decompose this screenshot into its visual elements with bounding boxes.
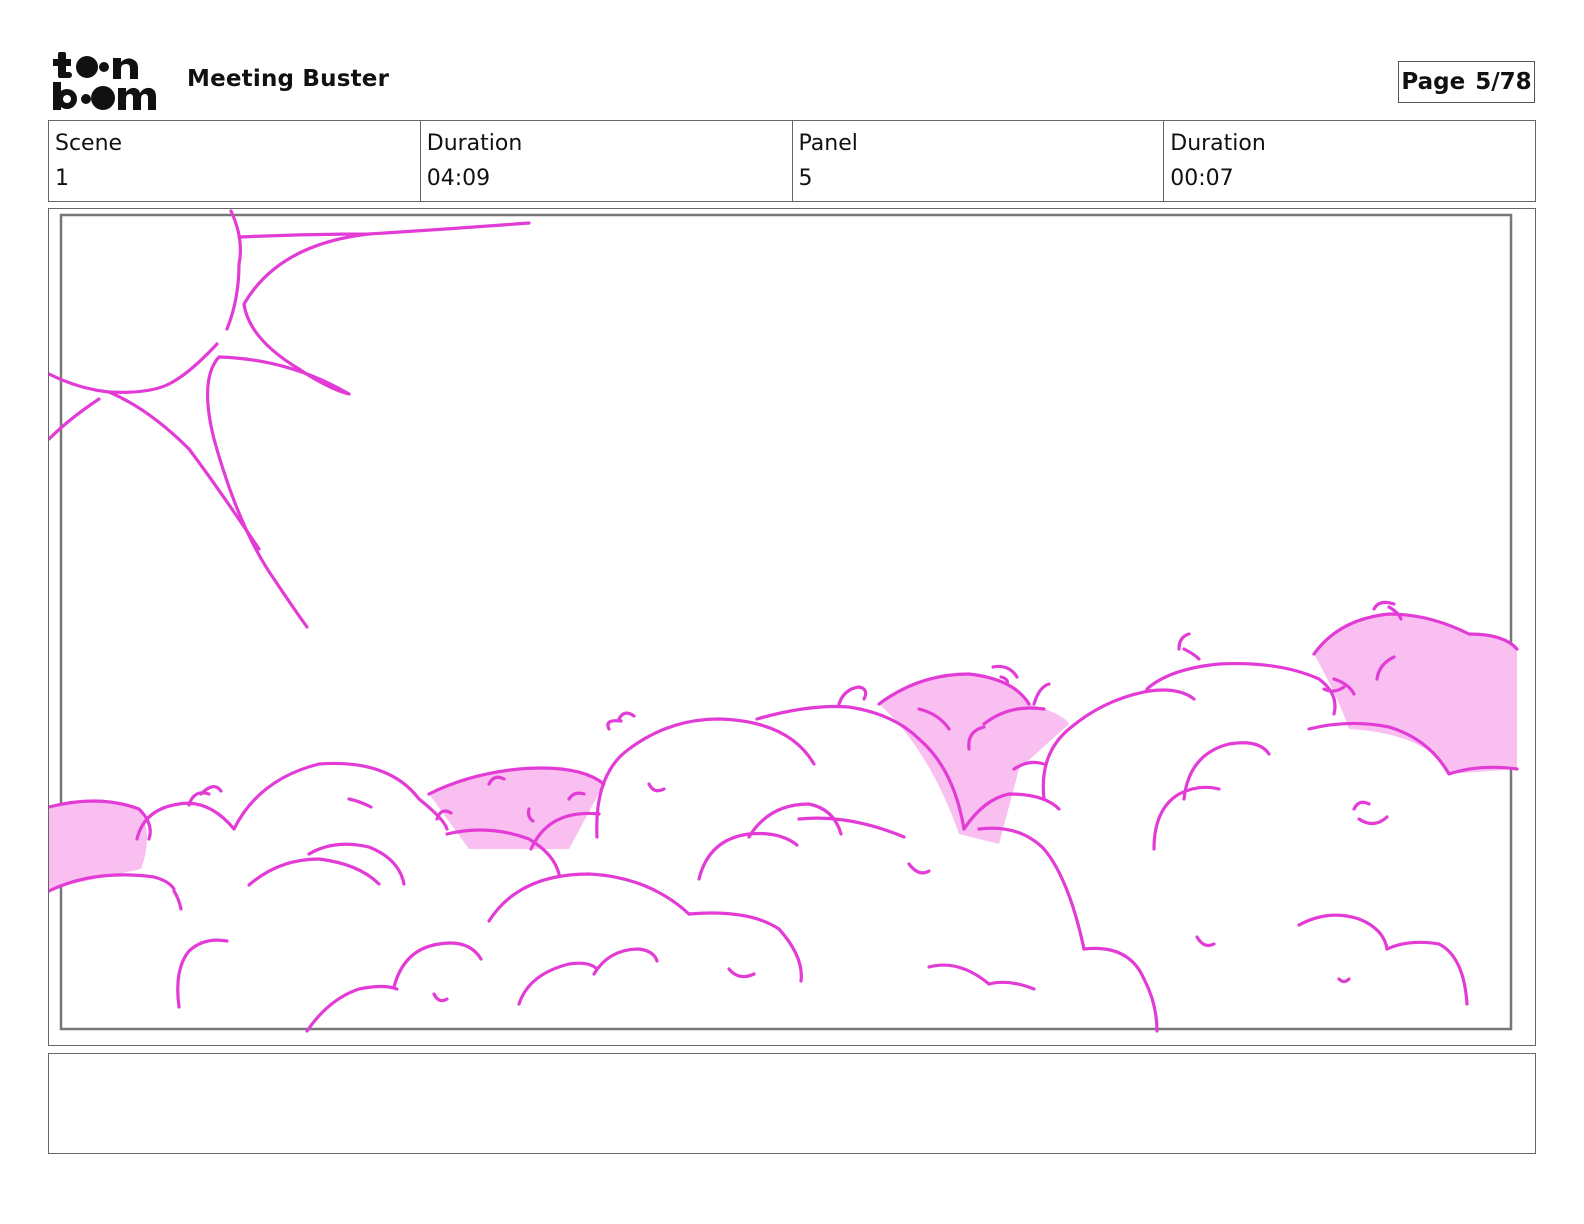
- panel-label: Panel: [798, 131, 858, 156]
- scene-duration-value: 04:09: [426, 166, 491, 191]
- panel-notes-box[interactable]: [48, 1053, 1536, 1154]
- page-number: 5/78: [1475, 69, 1532, 95]
- panel-info-table: Scene 1 Duration 04:09 Panel 5 Duration …: [48, 120, 1536, 202]
- bush-outlines: [49, 600, 1519, 1033]
- storyboard-panel[interactable]: [48, 208, 1536, 1046]
- page-label: Page: [1401, 69, 1466, 95]
- panel-duration-cell: Duration 00:07: [1164, 121, 1535, 201]
- panel-duration-value: 00:07: [1170, 166, 1234, 191]
- camera-frame: [59, 213, 1513, 1031]
- panel-duration-label: Duration: [1170, 131, 1266, 156]
- project-title: Meeting Buster: [187, 66, 390, 92]
- sun-sketch: [49, 209, 531, 629]
- scene-cell: Scene 1: [49, 121, 421, 201]
- scene-label: Scene: [55, 131, 123, 156]
- panel-drawing: [49, 209, 1519, 1033]
- scene-duration-label: Duration: [426, 131, 523, 156]
- toonboom-logo: [53, 52, 156, 110]
- panel-cell: Panel 5: [793, 121, 1165, 201]
- scene-duration-cell: Duration 04:09: [421, 121, 793, 201]
- page-indicator: Page 5/78: [1398, 61, 1535, 103]
- scene-value: 1: [55, 166, 69, 191]
- pink-bushes: [49, 614, 1517, 889]
- panel-value: 5: [798, 166, 813, 191]
